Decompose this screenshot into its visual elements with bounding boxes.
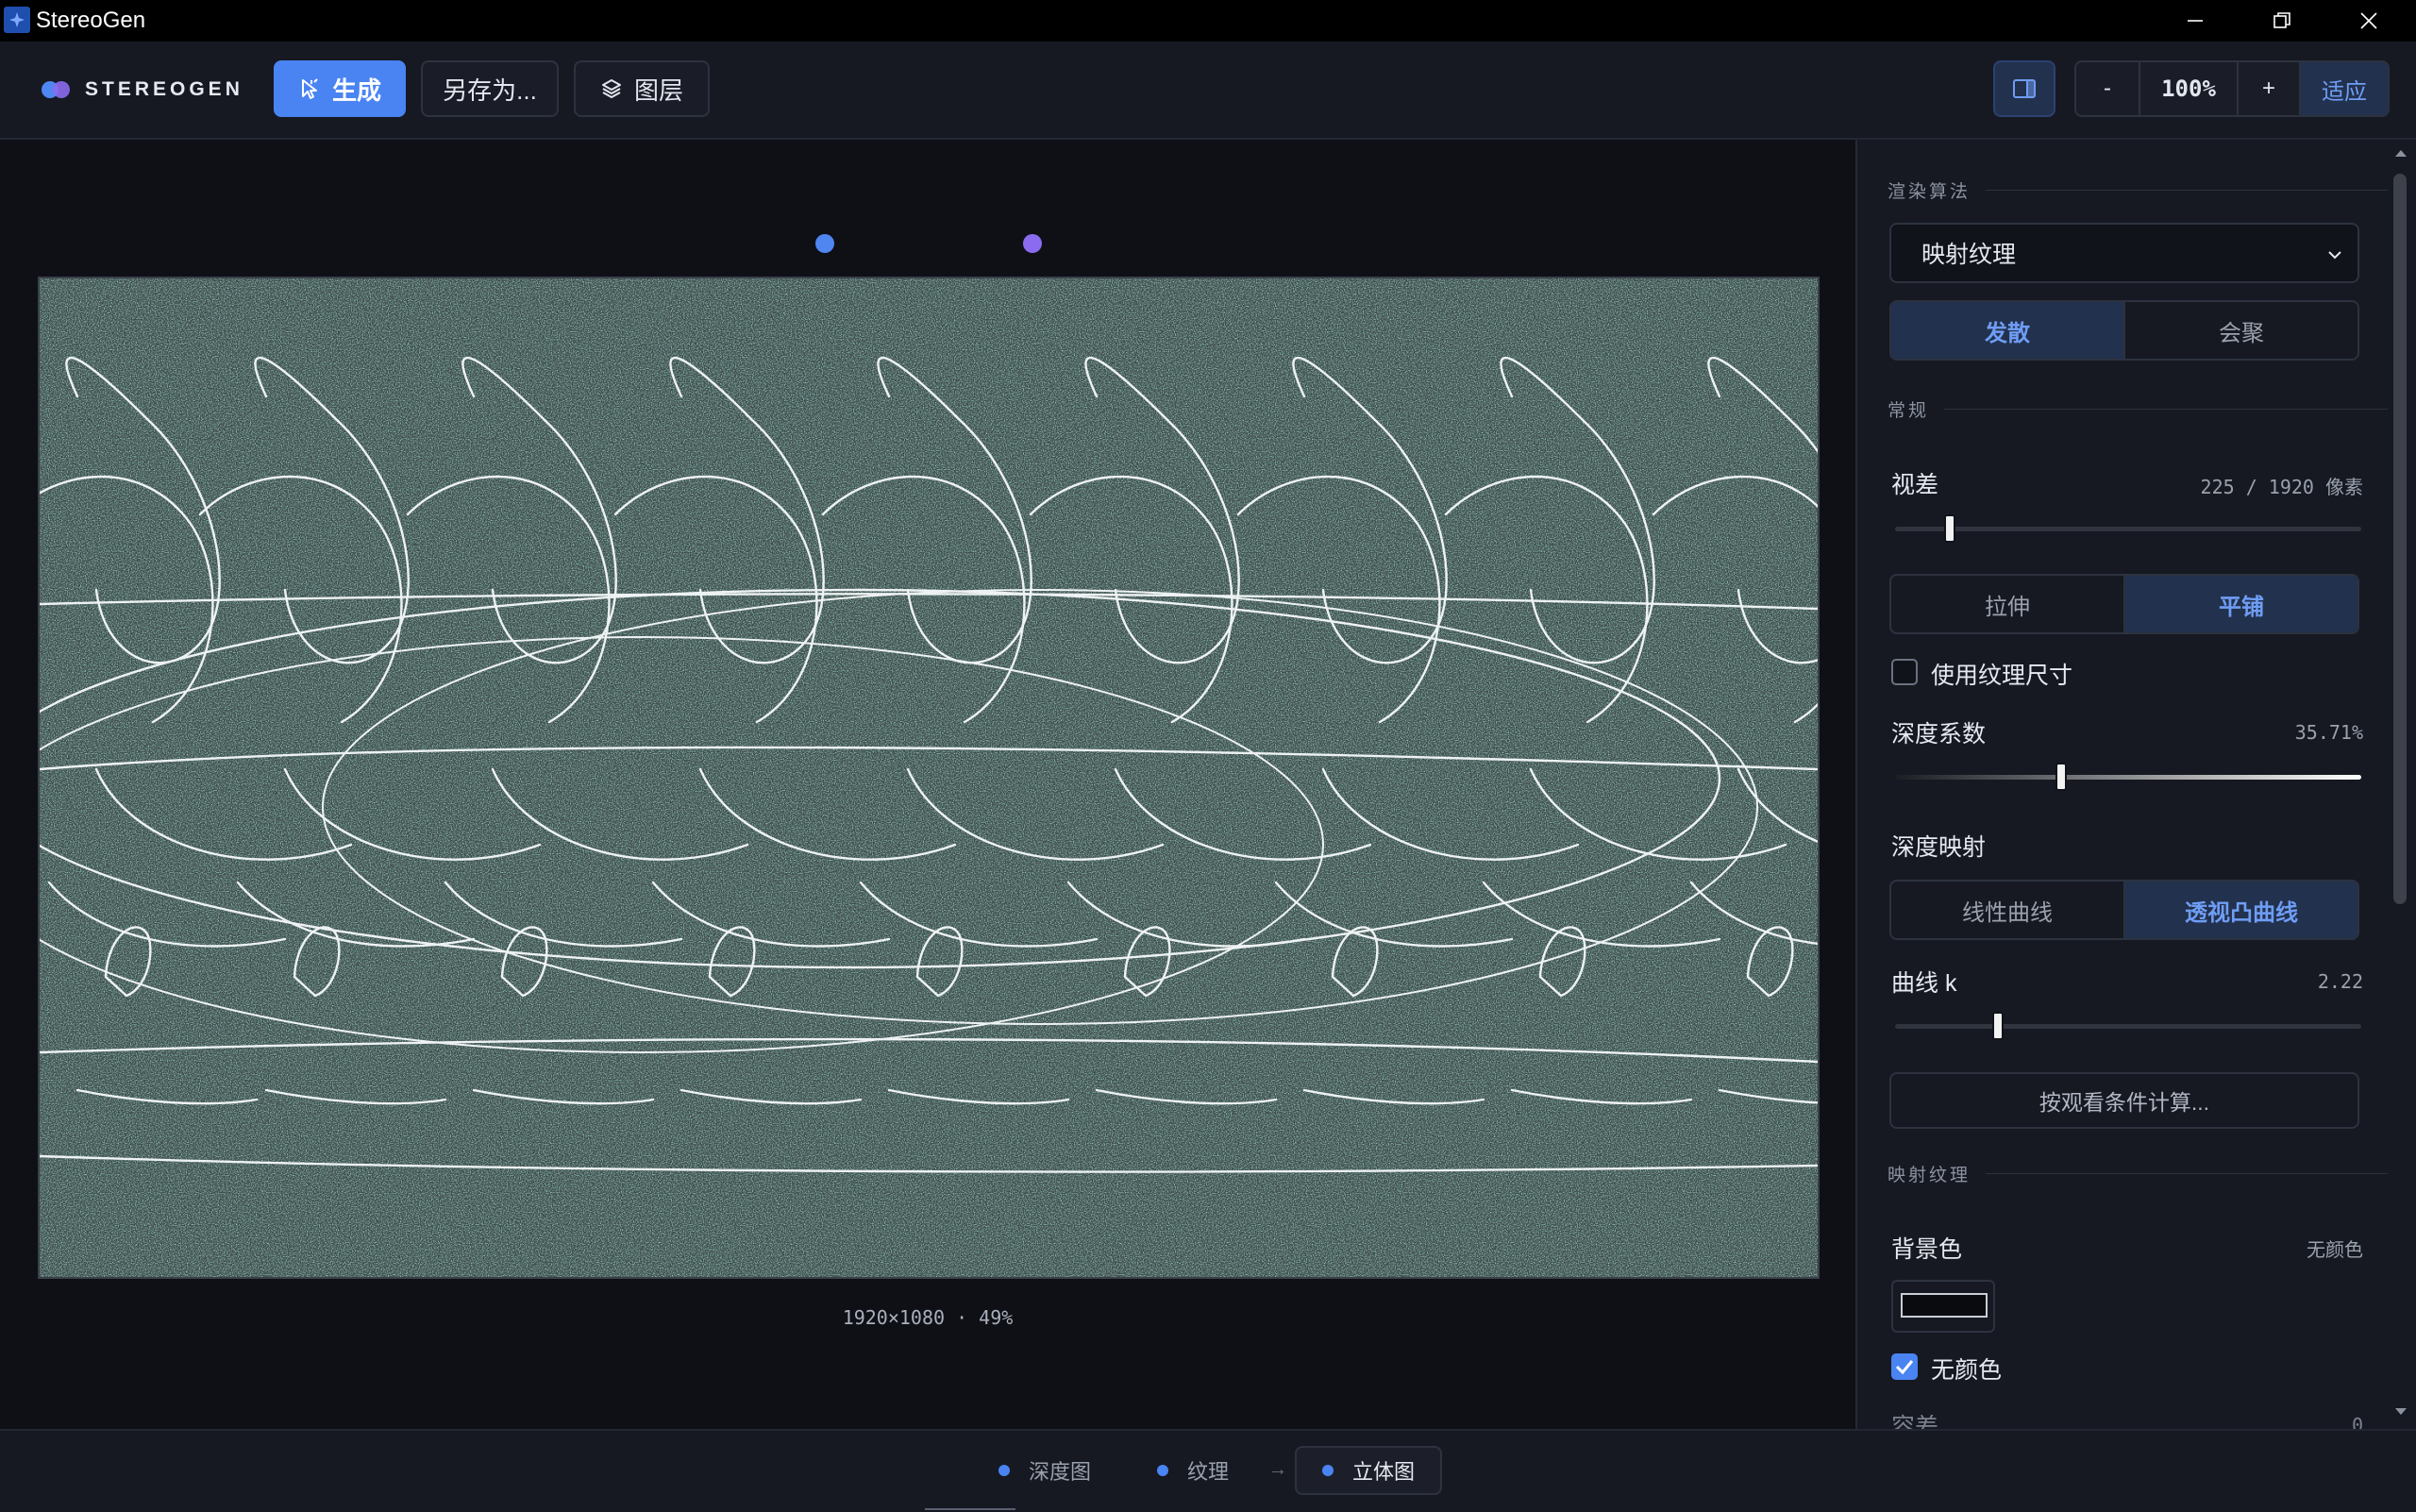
use-texture-size-label: 使用纹理尺寸 (1931, 663, 2073, 689)
checkmark-icon (1895, 1360, 1914, 1375)
layers-icon (601, 79, 621, 98)
curve-linear-button[interactable]: 线性曲线 (1891, 882, 2123, 938)
minimize-icon (2188, 20, 2203, 22)
section-general: 常规 (1888, 396, 2388, 422)
bg-color-label: 背景色 (1891, 1236, 1963, 1263)
brand: STEREOGEN (40, 76, 243, 104)
chevron-down-icon (2328, 251, 2341, 260)
parallax-label: 视差 (1891, 472, 1939, 498)
depth-factor-label: 深度系数 (1891, 721, 1987, 748)
fill-stretch-button[interactable]: 拉伸 (1891, 576, 2123, 632)
stage-stereo-label: 立体图 (1351, 1460, 1415, 1484)
mode-divergent-button[interactable]: 发散 (1891, 302, 2123, 359)
save-as-button[interactable]: 另存为... (421, 60, 559, 117)
depth-curve-toggle: 线性曲线 透视凸曲线 (1889, 880, 2359, 940)
close-icon (2360, 12, 2377, 29)
stage-depth-dot (998, 1465, 1010, 1476)
minimize-button[interactable] (2154, 0, 2237, 42)
no-color-checkbox[interactable] (1891, 1353, 1918, 1380)
curve-perspective-button[interactable]: 透视凸曲线 (2123, 882, 2357, 938)
tolerance-label: 容差 (1891, 1414, 1939, 1429)
depth-factor-thumb[interactable] (2055, 763, 2068, 791)
use-texture-size-checkbox[interactable] (1891, 659, 1918, 685)
stereogram-render (40, 278, 1818, 1277)
save-as-label: 另存为... (443, 76, 537, 105)
mode-convergent-button[interactable]: 会聚 (2123, 302, 2357, 359)
algorithm-select[interactable]: 映射纹理 (1889, 223, 2359, 283)
generate-button[interactable]: 生成 (274, 60, 406, 117)
stage-arrow: → (1268, 1459, 1287, 1480)
scroll-down-icon[interactable] (2393, 1406, 2408, 1418)
compute-viewing-button[interactable]: 按观看条件计算... (1889, 1072, 2359, 1129)
no-color-label: 无颜色 (1931, 1357, 2003, 1384)
algorithm-value: 映射纹理 (1921, 242, 2017, 268)
panel-toggle-button[interactable] (1993, 60, 2055, 117)
title-bar: StereoGen (0, 0, 2416, 42)
layers-button[interactable]: 图层 (574, 60, 710, 117)
curve-k-label: 曲线 k (1891, 970, 1957, 997)
zoom-out-button[interactable]: - (2076, 62, 2140, 115)
section-general-title: 常规 (1888, 401, 1930, 421)
restore-button[interactable] (2240, 0, 2324, 42)
brand-logo (42, 81, 70, 98)
depth-map-label: 深度映射 (1891, 834, 1987, 861)
stage-texture-dot (1157, 1465, 1168, 1476)
right-eye-guide-dot (1023, 234, 1042, 253)
zoom-in-button[interactable]: + (2237, 62, 2301, 115)
stage-stereo-dot (1321, 1465, 1334, 1476)
brand-name: STEREOGEN (85, 78, 243, 100)
app-icon (4, 7, 30, 33)
parallax-value: 225 / 1920 像素 (2200, 476, 2363, 498)
restore-icon (2273, 12, 2290, 28)
curve-k-slider[interactable] (1895, 1012, 2361, 1040)
panel-toggle-icon (2013, 79, 2036, 98)
parallax-track (1895, 527, 2361, 531)
section-texture-title: 映射纹理 (1888, 1166, 1971, 1185)
bg-color-swatch[interactable] (1891, 1280, 1995, 1333)
view-mode-toggle: 发散 会聚 (1889, 300, 2359, 361)
zoom-controls: - 100% + 适应 (2074, 60, 2390, 117)
stage-depth-map[interactable]: 深度图 (998, 1446, 1091, 1495)
parallax-slider[interactable] (1895, 514, 2361, 543)
bg-color-preview (1901, 1293, 1988, 1318)
left-eye-guide-dot (815, 234, 834, 253)
depth-factor-track (1895, 775, 2361, 780)
scroll-up-icon[interactable] (2393, 147, 2408, 159)
depth-factor-slider[interactable] (1895, 763, 2361, 791)
section-render-algorithm: 渲染算法 (1888, 177, 2388, 203)
fill-mode-toggle: 拉伸 平铺 (1889, 574, 2359, 634)
section-render-title: 渲染算法 (1888, 182, 1971, 202)
curve-k-value: 2.22 (2317, 970, 2363, 993)
stereogram-image[interactable] (38, 277, 1820, 1279)
pipeline-status-bar: 深度图 纹理 → 立体图 (0, 1429, 2416, 1512)
sidebar-scrollbar[interactable] (2388, 140, 2416, 1429)
canvas-area: 1920×1080 · 49% (0, 140, 1855, 1429)
canvas-size-info: 1920×1080 · 49% (842, 1306, 1014, 1329)
tolerance-value: 0 (2351, 1414, 2363, 1429)
stage-texture[interactable]: 纹理 (1157, 1446, 1229, 1495)
close-button[interactable] (2327, 0, 2410, 42)
zoom-fit-button[interactable]: 适应 (2301, 62, 2388, 115)
generate-label: 生成 (331, 76, 381, 105)
curve-k-track (1895, 1024, 2361, 1029)
toolbar: STEREOGEN 生成 另存为... 图层 - 100% + 适应 (0, 42, 2416, 140)
layers-label: 图层 (633, 76, 683, 105)
stage-stereogram[interactable]: 立体图 (1295, 1446, 1442, 1495)
bg-color-value: 无颜色 (2307, 1240, 2363, 1261)
stage-texture-label: 纹理 (1187, 1460, 1230, 1484)
settings-sidebar: 渲染算法 映射纹理 发散 会聚 常规 视差 225 / 1920 像素 拉伸 平… (1855, 140, 2416, 1429)
zoom-level: 100% (2161, 76, 2216, 102)
curve-k-thumb[interactable] (1991, 1012, 2004, 1040)
cursor-icon (301, 78, 318, 99)
fill-tile-button[interactable]: 平铺 (2123, 576, 2357, 632)
scrollbar-thumb[interactable] (2393, 174, 2407, 904)
stage-depth-label: 深度图 (1029, 1460, 1092, 1484)
depth-factor-value: 35.71% (2294, 721, 2363, 744)
window-title: StereoGen (36, 8, 146, 33)
parallax-thumb[interactable] (1943, 514, 1955, 543)
section-mapped-texture: 映射纹理 (1888, 1161, 2388, 1186)
